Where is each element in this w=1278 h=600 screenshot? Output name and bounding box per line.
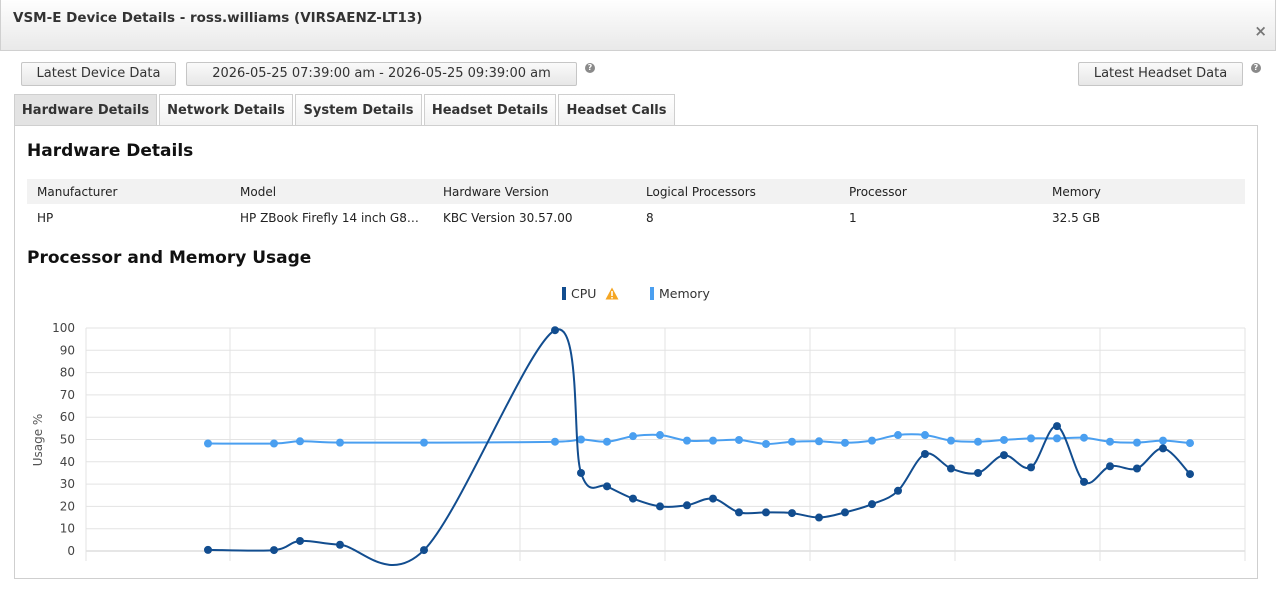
cpu-data-point[interactable]	[656, 502, 664, 511]
cpu-data-point[interactable]	[974, 468, 982, 477]
cpu-data-point[interactable]	[1080, 477, 1088, 486]
cpu-data-point[interactable]	[1027, 463, 1035, 472]
memory-data-point[interactable]	[894, 431, 902, 440]
memory-data-point[interactable]	[735, 435, 743, 444]
cpu-data-point[interactable]	[420, 546, 428, 555]
y-tick-label: 0	[67, 544, 75, 558]
y-tick-label: 70	[60, 388, 75, 402]
y-tick-label: 80	[60, 366, 75, 380]
memory-data-point[interactable]	[1000, 435, 1008, 444]
y-tick-label: 60	[60, 410, 75, 424]
memory-data-point[interactable]	[420, 438, 428, 447]
cpu-data-point[interactable]	[709, 494, 717, 503]
cpu-series-line	[207, 328, 1191, 566]
cpu-data-point[interactable]	[1106, 462, 1114, 471]
memory-data-point[interactable]	[841, 438, 849, 447]
memory-data-point[interactable]	[1053, 434, 1061, 443]
memory-data-point[interactable]	[1106, 437, 1114, 446]
memory-data-point[interactable]	[974, 437, 982, 446]
cpu-data-point[interactable]	[1133, 464, 1141, 473]
cpu-data-point[interactable]	[735, 508, 743, 517]
cpu-data-point[interactable]	[551, 326, 559, 335]
y-tick-label: 20	[60, 499, 75, 513]
cpu-data-point[interactable]	[947, 464, 955, 473]
cpu-data-point[interactable]	[603, 482, 611, 491]
cpu-data-point[interactable]	[204, 545, 212, 554]
memory-data-point[interactable]	[204, 439, 212, 448]
memory-data-point[interactable]	[336, 438, 344, 447]
cpu-data-point[interactable]	[577, 468, 585, 477]
cpu-data-point[interactable]	[762, 508, 770, 517]
cpu-data-point[interactable]	[629, 494, 637, 503]
cpu-data-point[interactable]	[841, 508, 849, 517]
cpu-data-point[interactable]	[815, 513, 823, 522]
memory-data-point[interactable]	[1186, 439, 1194, 448]
memory-data-point[interactable]	[788, 437, 796, 446]
memory-data-point[interactable]	[270, 439, 278, 448]
y-tick-label: 90	[60, 343, 75, 357]
memory-data-point[interactable]	[683, 436, 691, 445]
cpu-data-point[interactable]	[270, 546, 278, 555]
memory-data-point[interactable]	[815, 437, 823, 446]
y-tick-label: 30	[60, 477, 75, 491]
cpu-data-point[interactable]	[1053, 422, 1061, 431]
memory-data-point[interactable]	[1027, 434, 1035, 443]
cpu-data-point[interactable]	[868, 500, 876, 509]
y-tick-label: 100	[52, 321, 75, 335]
cpu-data-point[interactable]	[1159, 444, 1167, 453]
y-axis-label: Usage %	[31, 414, 45, 467]
memory-data-point[interactable]	[868, 436, 876, 445]
y-tick-label: 50	[60, 433, 75, 447]
memory-data-point[interactable]	[1133, 438, 1141, 447]
memory-data-point[interactable]	[947, 436, 955, 445]
y-tick-label: 40	[60, 455, 75, 469]
memory-data-point[interactable]	[1080, 433, 1088, 442]
cpu-data-point[interactable]	[894, 486, 902, 495]
memory-data-point[interactable]	[629, 432, 637, 441]
cpu-data-point[interactable]	[296, 536, 304, 545]
cpu-data-point[interactable]	[336, 540, 344, 549]
usage-chart: 0 10 20 30 40 50 60 70 80 90 100 Usage %	[31, 321, 1246, 566]
memory-data-point[interactable]	[551, 437, 559, 446]
cpu-data-point[interactable]	[1186, 470, 1194, 479]
cpu-data-point[interactable]	[683, 501, 691, 510]
memory-data-point[interactable]	[603, 437, 611, 446]
cpu-data-point[interactable]	[921, 449, 929, 458]
cpu-data-point[interactable]	[788, 509, 796, 518]
memory-data-point[interactable]	[656, 431, 664, 440]
y-tick-label: 10	[60, 522, 75, 536]
memory-data-point[interactable]	[1159, 436, 1167, 445]
memory-data-point[interactable]	[921, 431, 929, 440]
memory-data-point[interactable]	[709, 436, 717, 445]
cpu-data-point[interactable]	[1000, 451, 1008, 460]
memory-data-point[interactable]	[296, 437, 304, 446]
memory-data-point[interactable]	[762, 439, 770, 448]
